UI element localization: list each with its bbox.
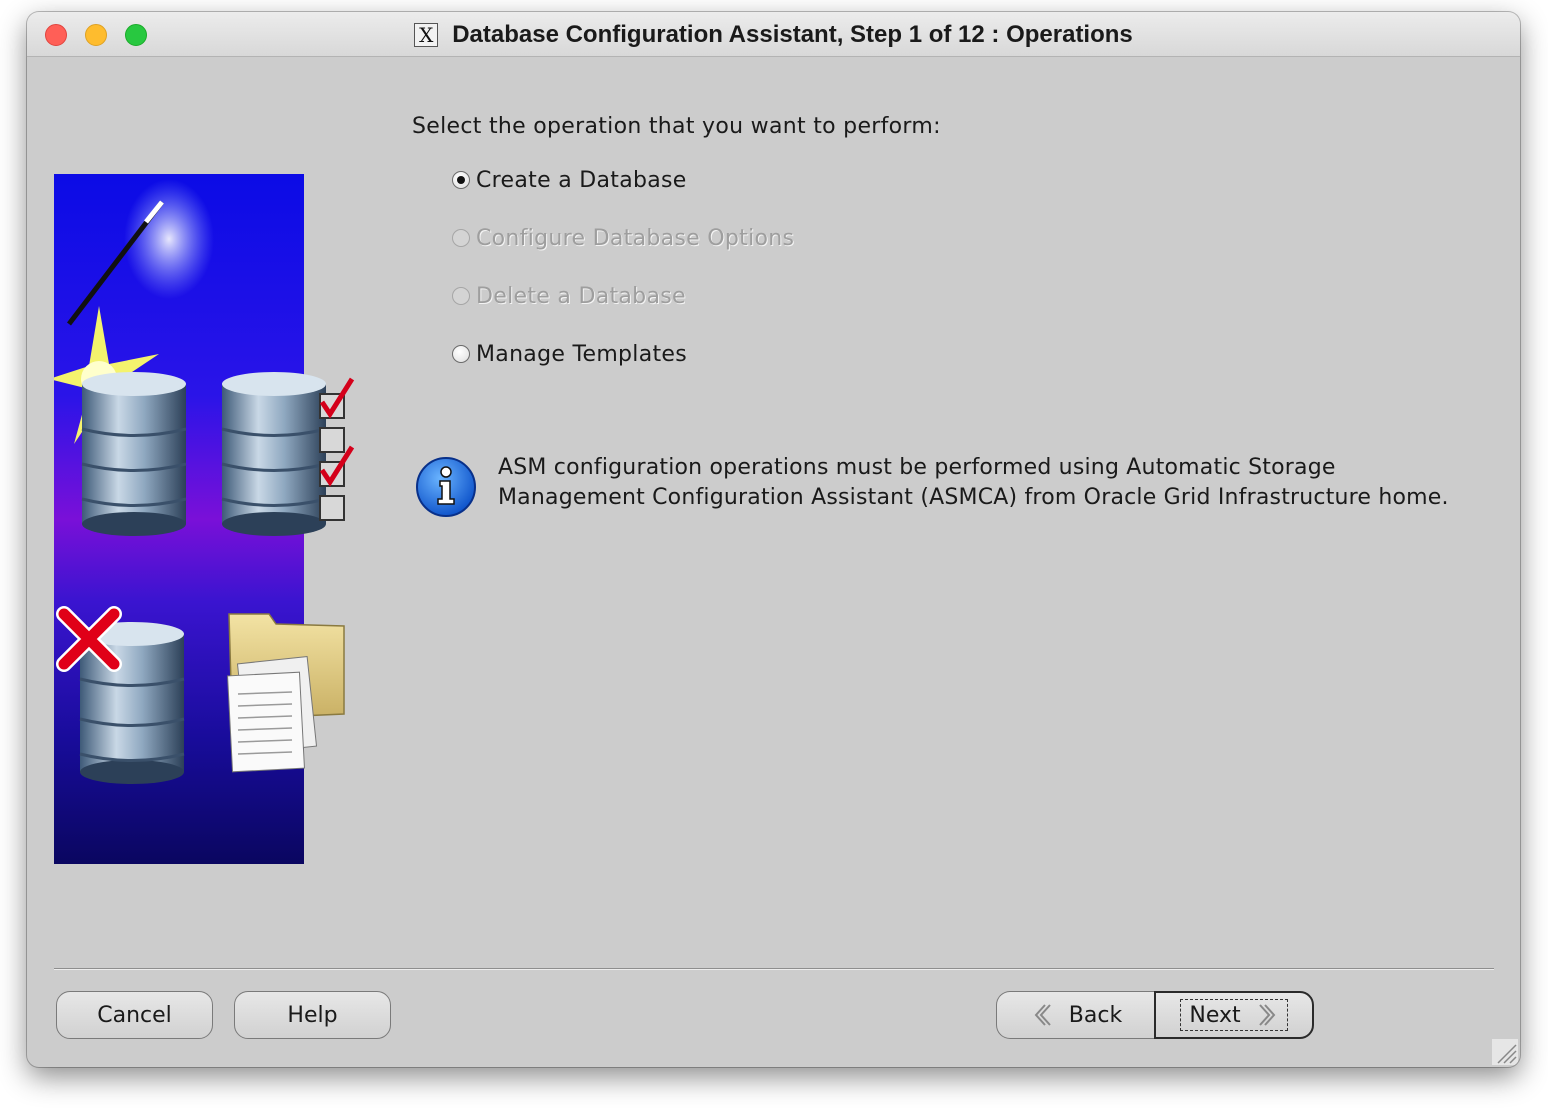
radio-manage-templates[interactable]: Manage Templates (452, 338, 687, 370)
next-button[interactable]: Next (1154, 991, 1314, 1039)
footer-separator (54, 968, 1494, 970)
database-delete-icon (56, 606, 185, 784)
info-line-2: Management Configuration Assistant (ASMC… (498, 485, 1449, 510)
back-button-label: Back (1068, 1002, 1123, 1028)
database-new-icon (81, 372, 187, 536)
radio-button-selected[interactable] (452, 171, 470, 189)
next-button-focus: Next (1180, 999, 1288, 1031)
asm-info-message: ASM configuration operations must be per… (498, 453, 1498, 513)
radio-label-delete-database: Delete a Database (476, 283, 686, 309)
title-bar[interactable]: X Database Configuration Assistant, Step… (27, 12, 1520, 57)
cancel-button[interactable]: Cancel (56, 991, 213, 1039)
operation-prompt: Select the operation that you want to pe… (412, 114, 941, 139)
window-title: Database Configuration Assistant, Step 1… (452, 21, 1133, 48)
radio-button-disabled (452, 229, 470, 247)
help-button-label: Help (287, 1002, 338, 1028)
checklist-icon (319, 377, 355, 521)
info-line-1: ASM configuration operations must be per… (498, 455, 1336, 480)
chevron-right-icon (1258, 1004, 1275, 1026)
help-button[interactable]: Help (234, 991, 391, 1039)
radio-label-manage-templates[interactable]: Manage Templates (476, 342, 687, 367)
radio-label-create-database[interactable]: Create a Database (476, 168, 687, 193)
chevron-left-icon (1034, 1004, 1051, 1026)
radio-button-unselected[interactable] (452, 345, 470, 363)
radio-delete-database: Delete a Database (452, 280, 686, 312)
dbca-window: X Database Configuration Assistant, Step… (27, 12, 1520, 1067)
wizard-illustration (49, 174, 364, 864)
templates-folder-icon (227, 613, 345, 773)
radio-button-disabled (452, 287, 470, 305)
radio-create-database[interactable]: Create a Database (452, 164, 687, 196)
radio-configure-database-options: Configure Database Options (452, 222, 794, 254)
cancel-button-label: Cancel (97, 1002, 172, 1028)
info-icon (415, 456, 477, 518)
next-button-label: Next (1189, 1002, 1241, 1028)
title-group: X Database Configuration Assistant, Step… (27, 20, 1520, 50)
x11-app-icon: X (414, 23, 439, 47)
back-button[interactable]: Back (996, 991, 1156, 1039)
radio-label-configure-database-options: Configure Database Options (476, 225, 795, 251)
database-configure-icon (221, 372, 327, 536)
resize-grip-icon[interactable] (1492, 1039, 1518, 1065)
